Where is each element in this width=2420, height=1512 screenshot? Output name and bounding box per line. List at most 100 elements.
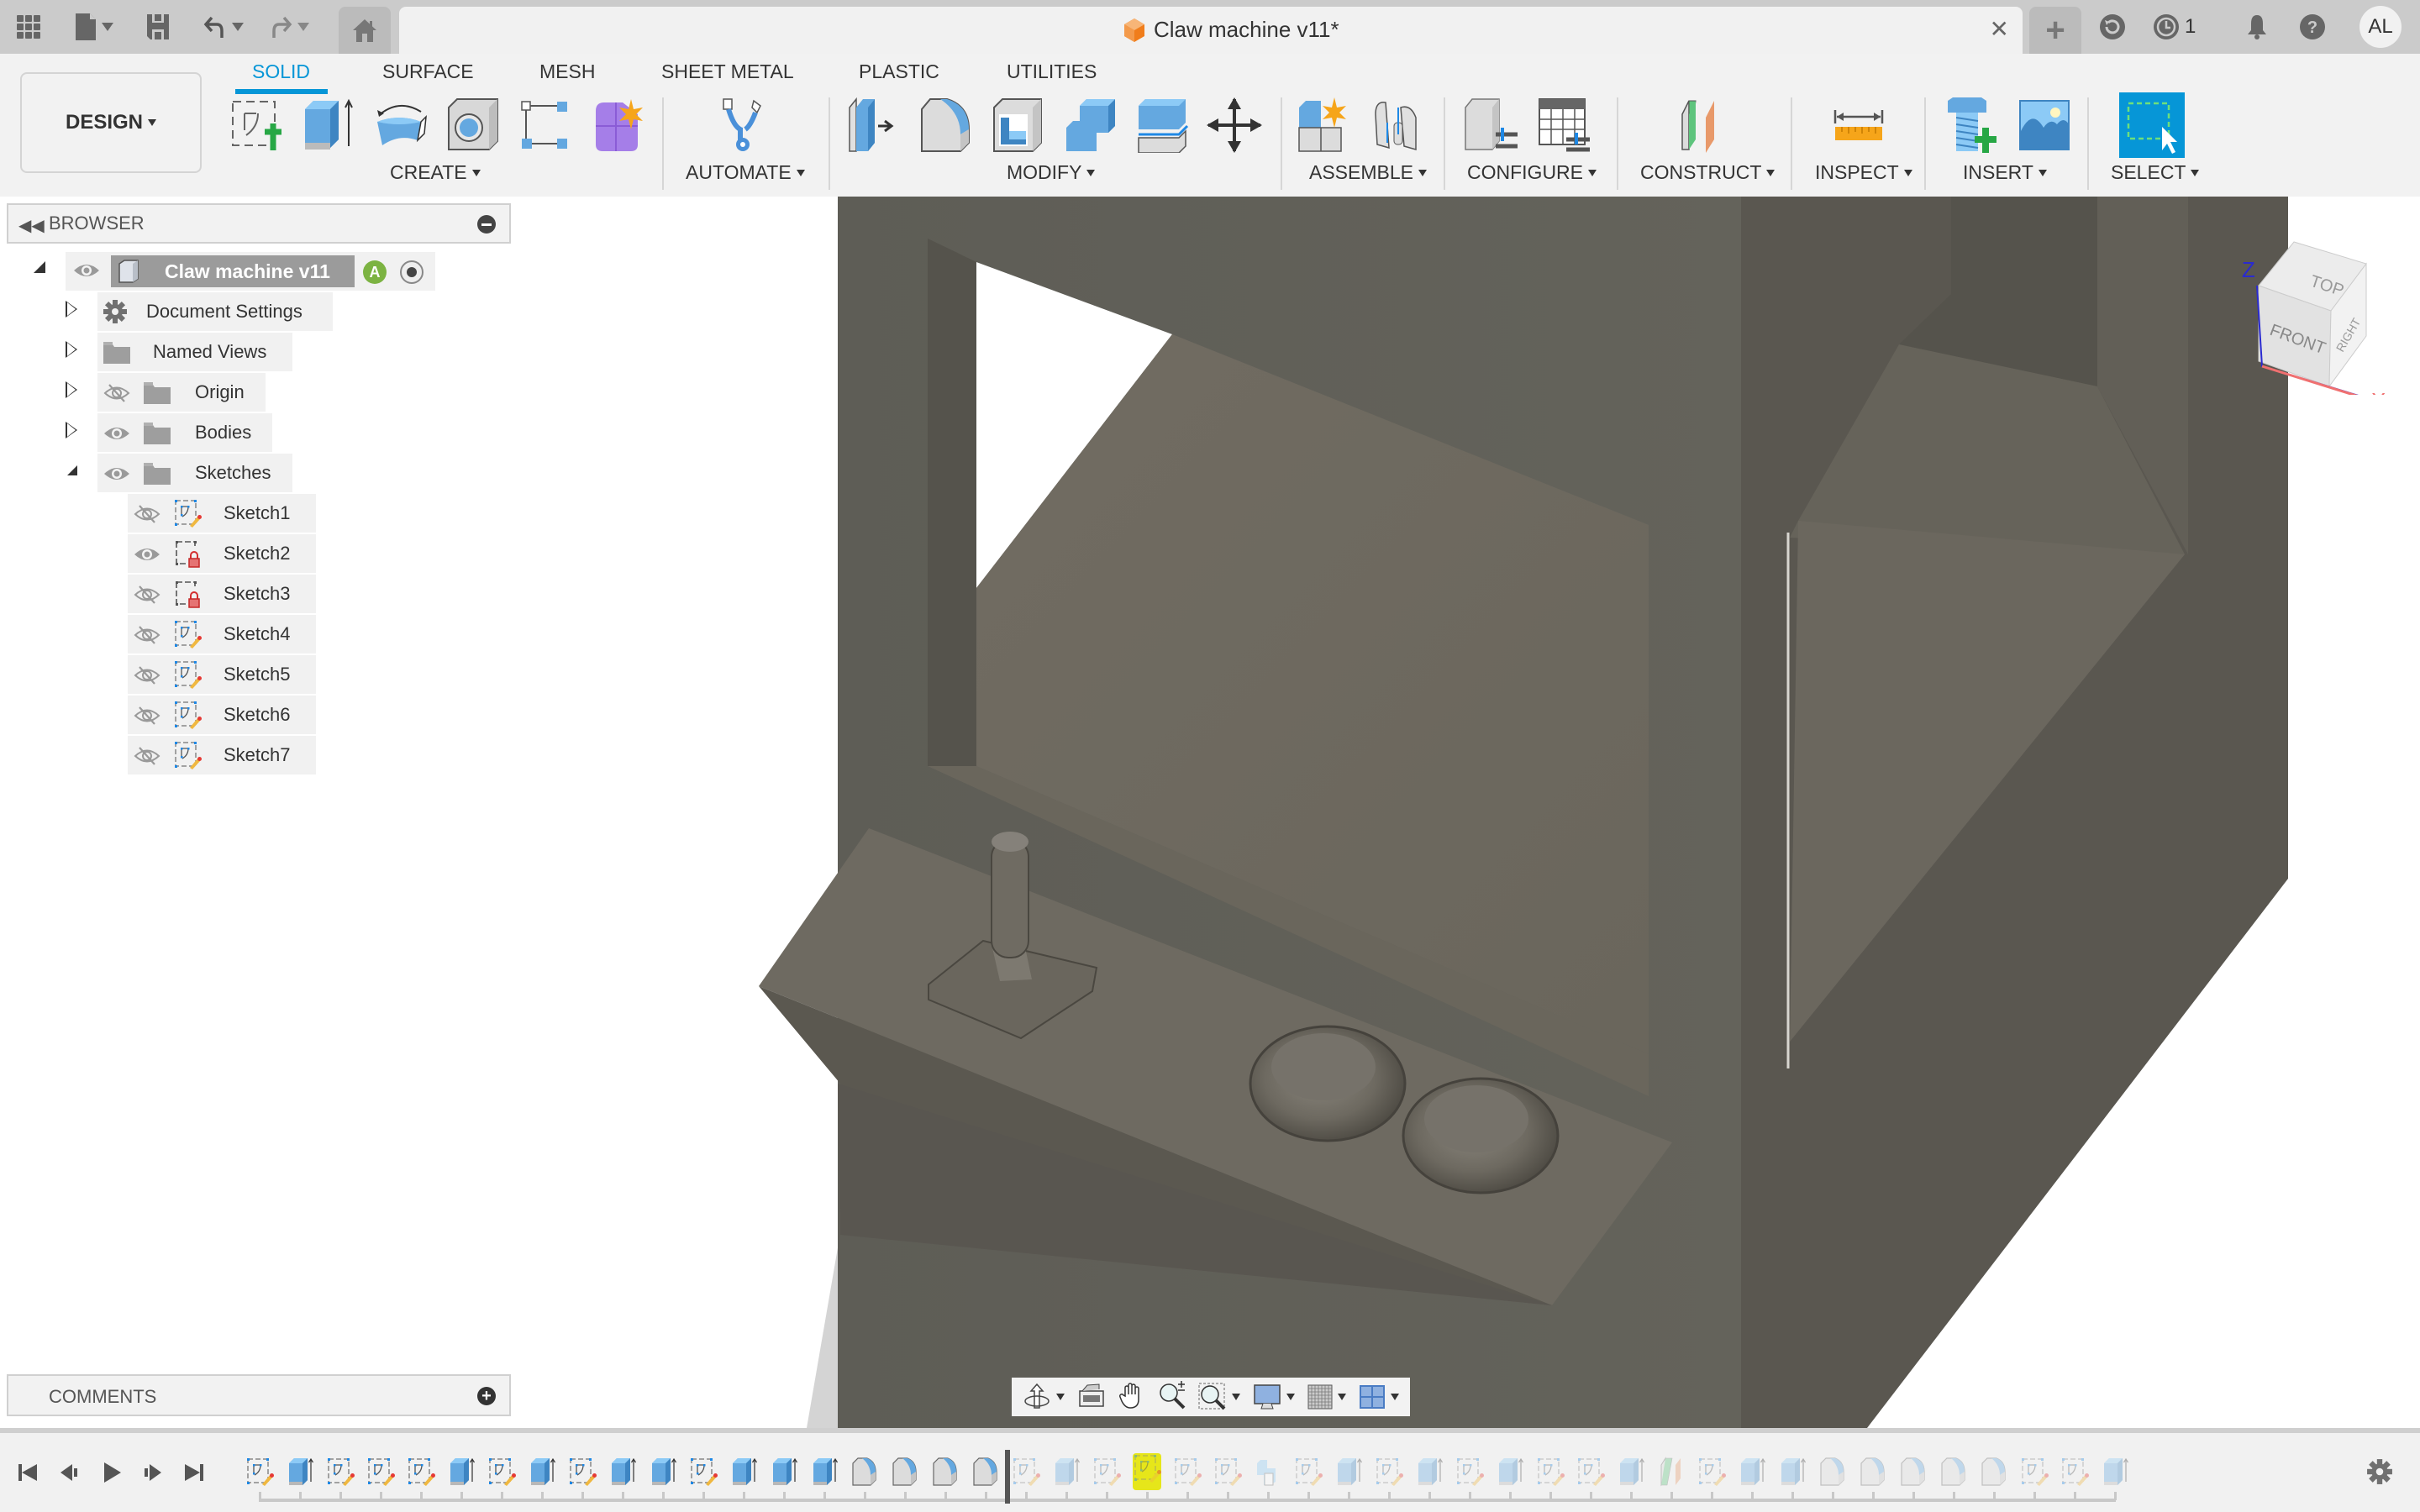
split-body-button[interactable]: [1133, 94, 1192, 156]
offset-plane-button[interactable]: [1676, 94, 1734, 156]
move-copy-button[interactable]: [1205, 94, 1264, 156]
timeline-feature-sketch[interactable]: [689, 1457, 718, 1487]
new-tab-button[interactable]: +: [2029, 7, 2081, 54]
timeline-feature-extrude[interactable]: [608, 1457, 637, 1487]
timeline-feature-fillet[interactable]: [850, 1457, 879, 1487]
browser-item-sketch[interactable]: Sketch6: [128, 696, 316, 734]
timeline-feature-extrude[interactable]: [286, 1457, 314, 1487]
timeline-feature-sketch[interactable]: [2060, 1457, 2089, 1487]
user-avatar[interactable]: AL: [2360, 6, 2402, 48]
create-menu[interactable]: CREATE: [390, 161, 481, 184]
browser-item-sketch[interactable]: Sketch2: [128, 534, 316, 573]
timeline-feature-extrude[interactable]: [1496, 1457, 1524, 1487]
timeline-feature-sketch[interactable]: [245, 1457, 274, 1487]
timeline-feature-plane[interactable]: [1657, 1457, 1686, 1487]
timeline-feature-extrude[interactable]: [1052, 1457, 1081, 1487]
browser-item-sketch[interactable]: Sketch3: [128, 575, 316, 613]
inspect-menu[interactable]: INSPECT: [1815, 161, 1912, 184]
configure-button[interactable]: [1462, 94, 1521, 156]
timeline-feature-extrude[interactable]: [1738, 1457, 1766, 1487]
viewports-button[interactable]: [1359, 1384, 1399, 1410]
tab-surface[interactable]: SURFACE: [382, 60, 474, 83]
apps-grid-icon[interactable]: [13, 12, 44, 42]
automate-menu[interactable]: AUTOMATE: [686, 161, 805, 184]
timeline-feature-extrude[interactable]: [1617, 1457, 1645, 1487]
timeline-feature-fillet[interactable]: [1939, 1457, 1968, 1487]
visibility-hidden-icon[interactable]: [133, 585, 161, 605]
timeline-feature-sketch[interactable]: [1455, 1457, 1484, 1487]
visibility-hidden-icon[interactable]: [133, 706, 161, 726]
file-menu-button[interactable]: [69, 12, 119, 42]
timeline-feature-extrude[interactable]: [2101, 1457, 2129, 1487]
timeline-feature-sketch[interactable]: [1213, 1457, 1242, 1487]
orbit-button[interactable]: [1023, 1383, 1065, 1411]
browser-item-origin[interactable]: Origin: [66, 373, 267, 412]
timeline-feature-sketch[interactable]: [1294, 1457, 1323, 1487]
timeline-feature-sketch[interactable]: [1012, 1457, 1040, 1487]
timeline-feature-fillet[interactable]: [891, 1457, 919, 1487]
timeline-feature-fillet[interactable]: [1980, 1457, 2008, 1487]
visibility-eye-icon[interactable]: [103, 423, 131, 444]
timeline-feature-extrude[interactable]: [770, 1457, 798, 1487]
create-form-button[interactable]: [588, 94, 647, 156]
help-icon[interactable]: ?: [2297, 12, 2328, 42]
rectangular-pattern-button[interactable]: [516, 94, 575, 156]
automate-button[interactable]: [714, 94, 773, 156]
workspace-switcher[interactable]: DESIGN: [20, 72, 202, 173]
tab-solid[interactable]: SOLID: [252, 60, 310, 83]
claw-machine-model[interactable]: [0, 197, 2420, 1428]
collapse-browser-icon[interactable]: ◀◀: [18, 215, 45, 236]
browser-item-bodies[interactable]: Bodies: [66, 413, 272, 452]
timeline-feature-sketch[interactable]: [1697, 1457, 1726, 1487]
comments-panel-header[interactable]: COMMENTS +: [7, 1374, 511, 1416]
grid-settings-button[interactable]: [1307, 1384, 1346, 1410]
refresh-icon[interactable]: [2097, 12, 2128, 42]
add-comment-icon[interactable]: +: [477, 1387, 496, 1405]
timeline-feature-combine[interactable]: [1254, 1457, 1282, 1487]
timeline-go-to-end-button[interactable]: [180, 1458, 208, 1487]
timeline-feature-fillet[interactable]: [971, 1457, 1000, 1487]
visibility-hidden-icon[interactable]: [133, 665, 161, 685]
revolve-button[interactable]: [371, 94, 430, 156]
pan-button[interactable]: [1118, 1381, 1145, 1414]
browser-item-document-settings[interactable]: Document Settings: [66, 292, 334, 331]
browser-root-row[interactable]: Claw machine v11 A: [34, 252, 437, 291]
visibility-eye-icon[interactable]: [72, 260, 101, 281]
tab-sheet-metal[interactable]: SHEET METAL: [661, 60, 794, 83]
shell-button[interactable]: [988, 94, 1047, 156]
timeline-feature-sketch[interactable]: [1576, 1457, 1605, 1487]
notifications-bell-icon[interactable]: [2242, 12, 2272, 42]
timeline-feature-fillet[interactable]: [931, 1457, 960, 1487]
timeline-feature-extrude[interactable]: [810, 1457, 839, 1487]
timeline-go-to-start-button[interactable]: [13, 1458, 42, 1487]
timeline-settings-gear-icon[interactable]: [2366, 1458, 2393, 1489]
timeline-feature-sketch[interactable]: [568, 1457, 597, 1487]
timeline-feature-extrude[interactable]: [447, 1457, 476, 1487]
save-button[interactable]: [143, 12, 173, 42]
timeline-feature-sketch[interactable]: [407, 1457, 435, 1487]
visibility-hidden-icon[interactable]: [133, 746, 161, 766]
fit-button[interactable]: [1198, 1383, 1241, 1411]
browser-item-sketch[interactable]: Sketch1: [128, 494, 316, 533]
redo-button[interactable]: [264, 12, 314, 42]
select-menu[interactable]: SELECT: [2111, 161, 2200, 184]
create-sketch-button[interactable]: [227, 94, 286, 156]
assemble-menu[interactable]: ASSEMBLE: [1309, 161, 1427, 184]
timeline-feature-fillet[interactable]: [1818, 1457, 1847, 1487]
extrude-button[interactable]: [299, 94, 358, 156]
timeline-step-forward-button[interactable]: [138, 1458, 166, 1487]
expand-triangle-icon[interactable]: [34, 261, 45, 273]
browser-item-sketch[interactable]: Sketch7: [128, 736, 316, 774]
new-component-button[interactable]: [1294, 94, 1353, 156]
visibility-hidden-icon[interactable]: [103, 383, 131, 403]
timeline-feature-extrude[interactable]: [1778, 1457, 1807, 1487]
timeline-feature-sketch[interactable]: [326, 1457, 355, 1487]
timeline-feature-fillet[interactable]: [1859, 1457, 1887, 1487]
timeline-feature-sketch[interactable]: [487, 1457, 516, 1487]
timeline-feature-extrude[interactable]: [528, 1457, 556, 1487]
timeline-feature-sketch[interactable]: [1375, 1457, 1403, 1487]
browser-panel-header[interactable]: ◀◀ BROWSER: [7, 203, 511, 244]
tab-plastic[interactable]: PLASTIC: [859, 60, 939, 83]
browser-pin-icon[interactable]: [477, 215, 496, 234]
hole-button[interactable]: [444, 94, 502, 156]
